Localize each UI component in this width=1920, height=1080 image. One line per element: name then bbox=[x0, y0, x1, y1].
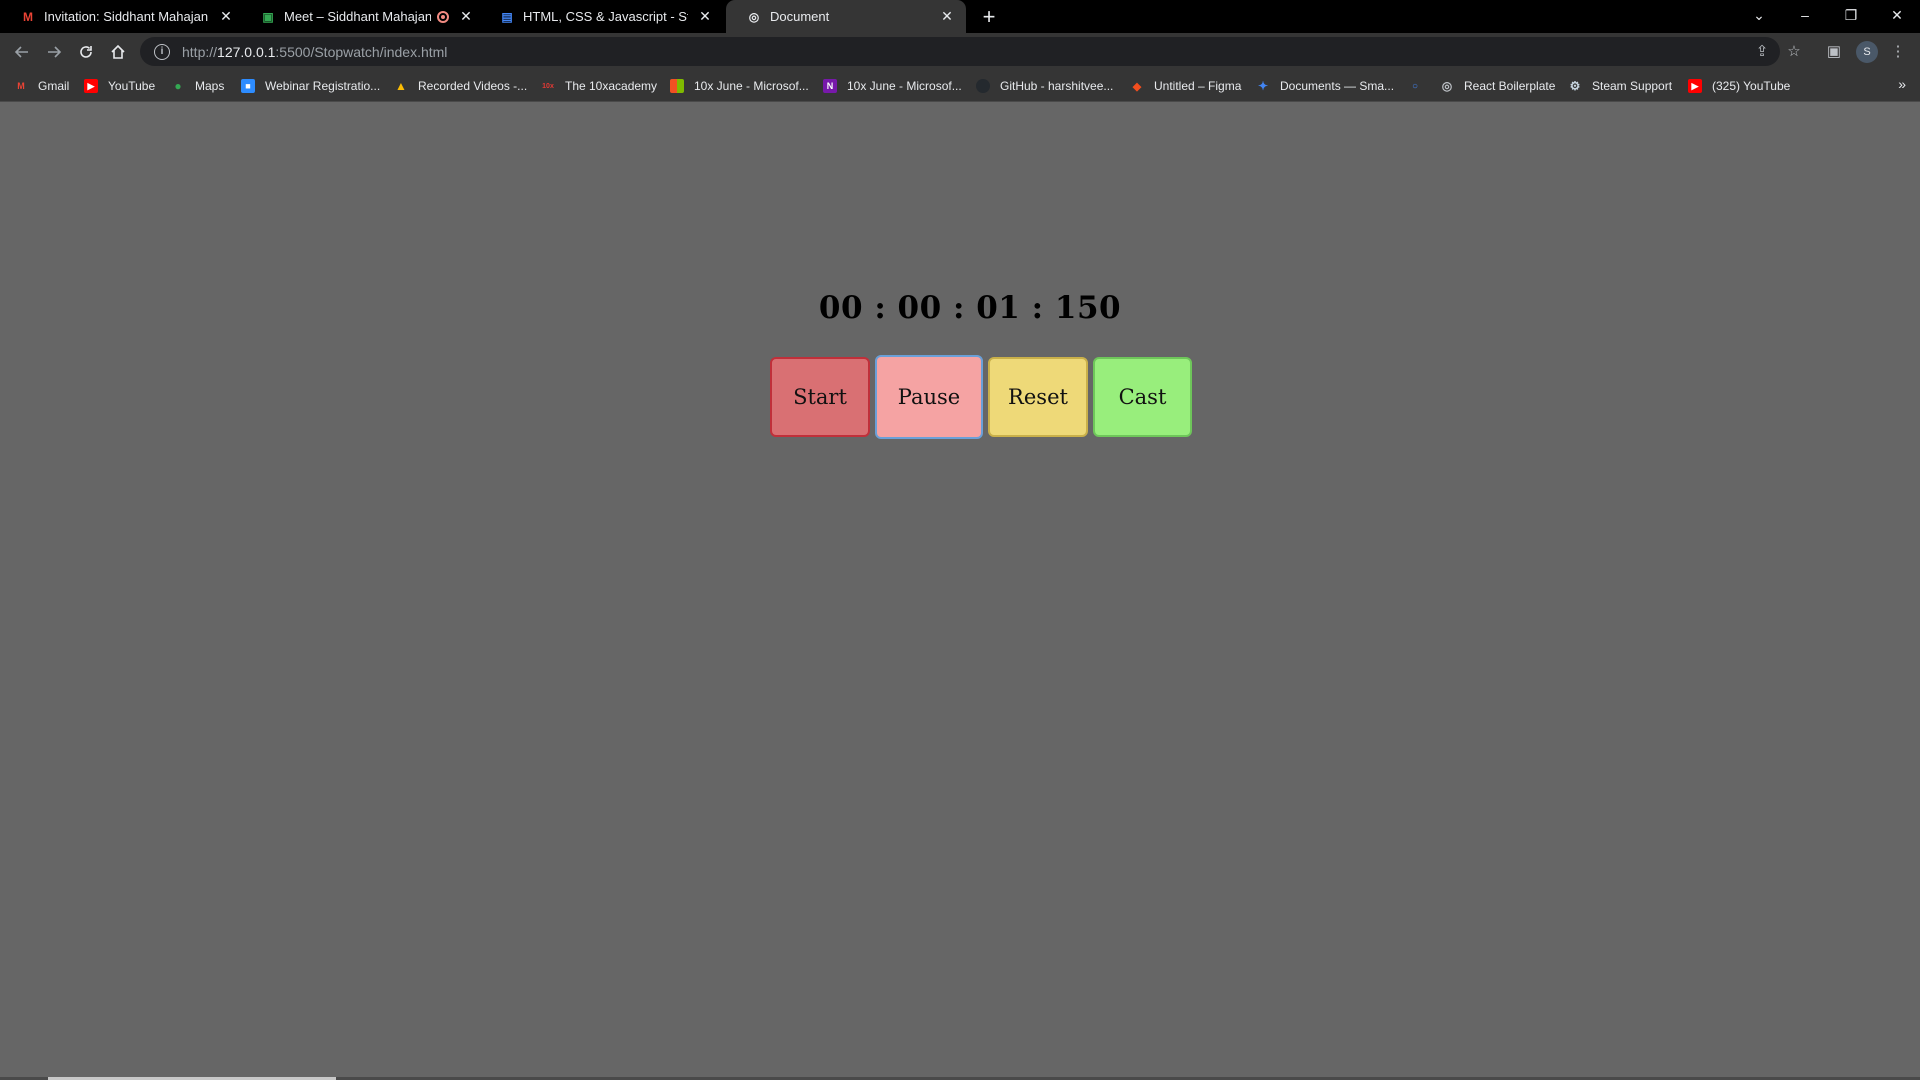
start-button[interactable]: Start bbox=[770, 357, 870, 437]
close-icon[interactable]: ✕ bbox=[696, 8, 714, 26]
steam-icon: ⚙ bbox=[1569, 79, 1581, 93]
cast-button[interactable]: Cast bbox=[1093, 357, 1192, 437]
home-icon bbox=[111, 44, 125, 59]
bookmark-maps[interactable]: ● Maps bbox=[171, 76, 224, 96]
figma-icon: ◆ bbox=[1132, 80, 1142, 93]
bookmark-react-boilerplate[interactable]: ◎ React Boilerplate bbox=[1440, 76, 1556, 96]
tab-docs[interactable]: ▤ HTML, CSS & Javascript - Stopwa ✕ bbox=[479, 0, 724, 33]
tab-title: HTML, CSS & Javascript - Stopwa bbox=[523, 9, 688, 24]
zoom-icon: ■ bbox=[241, 79, 255, 93]
reset-button[interactable]: Reset bbox=[988, 357, 1088, 437]
bookmark-search[interactable]: ○ bbox=[1408, 76, 1432, 96]
bookmark-recorded-videos[interactable]: ▲ Recorded Videos -... bbox=[394, 76, 527, 96]
meet-icon: ▣ bbox=[262, 9, 274, 24]
search-icon: ○ bbox=[1411, 80, 1419, 92]
tab-search-icon[interactable]: ⌄ bbox=[1736, 0, 1782, 30]
profile-avatar[interactable]: S bbox=[1856, 41, 1878, 63]
arrow-left-icon bbox=[14, 46, 28, 58]
tab-meet[interactable]: ▣ Meet – Siddhant Mahajan | C ✕ bbox=[240, 0, 485, 33]
reload-icon bbox=[80, 46, 92, 58]
side-panel-icon[interactable]: ▣ bbox=[1820, 37, 1848, 65]
back-button[interactable] bbox=[8, 38, 36, 66]
bookmark-webinar[interactable]: ■ Webinar Registratio... bbox=[241, 76, 380, 96]
bookmark-gmail[interactable]: M Gmail bbox=[14, 76, 69, 96]
bookmark-10xacademy[interactable]: 10x The 10xacademy bbox=[541, 76, 657, 96]
address-bar[interactable]: i http://127.0.0.1:5500/Stopwatch/index.… bbox=[140, 37, 1780, 66]
bookmark-github[interactable]: GitHub - harshitvee... bbox=[976, 76, 1113, 96]
drive-icon: ▲ bbox=[395, 79, 407, 93]
menu-kebab-icon[interactable]: ⋮ bbox=[1884, 37, 1912, 65]
close-icon[interactable]: ✕ bbox=[217, 8, 235, 26]
tab-document[interactable]: ◎ Document ✕ bbox=[726, 0, 966, 33]
more-bookmarks-icon[interactable]: » bbox=[1898, 76, 1906, 92]
recording-icon bbox=[437, 10, 449, 23]
share-icon[interactable]: ⇪ bbox=[1748, 37, 1776, 65]
home-button[interactable] bbox=[104, 38, 132, 66]
10x-icon: 10x bbox=[542, 82, 554, 90]
microsoft-icon bbox=[670, 79, 684, 93]
youtube-icon: ▶ bbox=[84, 79, 98, 93]
minimize-button[interactable]: – bbox=[1782, 0, 1828, 30]
gmail-icon: M bbox=[17, 81, 25, 91]
globe-icon: ◎ bbox=[748, 9, 760, 24]
onenote-icon: N bbox=[823, 79, 837, 93]
close-icon[interactable]: ✕ bbox=[938, 8, 956, 26]
bookmarks-bar: M Gmail ▶ YouTube ● Maps ■ Webinar Registrat… bbox=[0, 70, 1920, 102]
bookmark-figma[interactable]: ◆ Untitled – Figma bbox=[1130, 76, 1242, 96]
youtube-icon: ▶ bbox=[1688, 79, 1702, 93]
browser-toolbar: i http://127.0.0.1:5500/Stopwatch/index.… bbox=[0, 33, 1920, 70]
forward-button[interactable] bbox=[40, 38, 68, 66]
gmail-icon: M bbox=[23, 9, 33, 24]
address-url: http://127.0.0.1:5500/Stopwatch/index.ht… bbox=[182, 43, 448, 60]
tab-gmail-invitation[interactable]: M Invitation: Siddhant Mahajan | Co ✕ bbox=[0, 0, 245, 33]
new-tab-button[interactable]: + bbox=[978, 4, 1000, 29]
reload-button[interactable] bbox=[72, 38, 100, 66]
site-info-icon[interactable]: i bbox=[154, 43, 170, 60]
globe-icon: ◎ bbox=[1441, 79, 1453, 93]
stopwatch-display: 00 : 00 : 01 : 150 bbox=[818, 290, 1122, 326]
arrow-right-icon bbox=[48, 46, 62, 58]
window-close-button[interactable]: ✕ bbox=[1874, 0, 1920, 30]
restore-button[interactable]: ❐ bbox=[1828, 0, 1874, 30]
smallpdf-icon: ✦ bbox=[1257, 79, 1269, 93]
docs-icon: ▤ bbox=[501, 9, 513, 24]
bookmark-10x-june-microsoft[interactable]: 10x June - Microsof... bbox=[670, 76, 809, 96]
bookmark-documents[interactable]: ✦ Documents — Sma... bbox=[1256, 76, 1394, 96]
tab-strip: M Invitation: Siddhant Mahajan | Co ✕ ▣ … bbox=[0, 0, 1920, 33]
bookmark-10x-june-onenote[interactable]: N 10x June - Microsof... bbox=[823, 76, 962, 96]
tab-title: Document bbox=[770, 9, 830, 24]
tab-title: Meet – Siddhant Mahajan | C bbox=[284, 9, 431, 24]
bookmark-steam-support[interactable]: ⚙ Steam Support bbox=[1568, 76, 1672, 96]
tab-title: Invitation: Siddhant Mahajan | Co bbox=[44, 9, 209, 24]
github-icon bbox=[976, 79, 990, 93]
bookmark-star-icon[interactable]: ☆ bbox=[1780, 37, 1808, 65]
maps-icon: ● bbox=[174, 79, 182, 93]
pause-button[interactable]: Pause bbox=[875, 355, 983, 439]
bookmark-youtube-325[interactable]: ▶ (325) YouTube bbox=[1688, 76, 1790, 96]
close-icon[interactable]: ✕ bbox=[457, 8, 475, 26]
bookmark-youtube[interactable]: ▶ YouTube bbox=[84, 76, 155, 96]
